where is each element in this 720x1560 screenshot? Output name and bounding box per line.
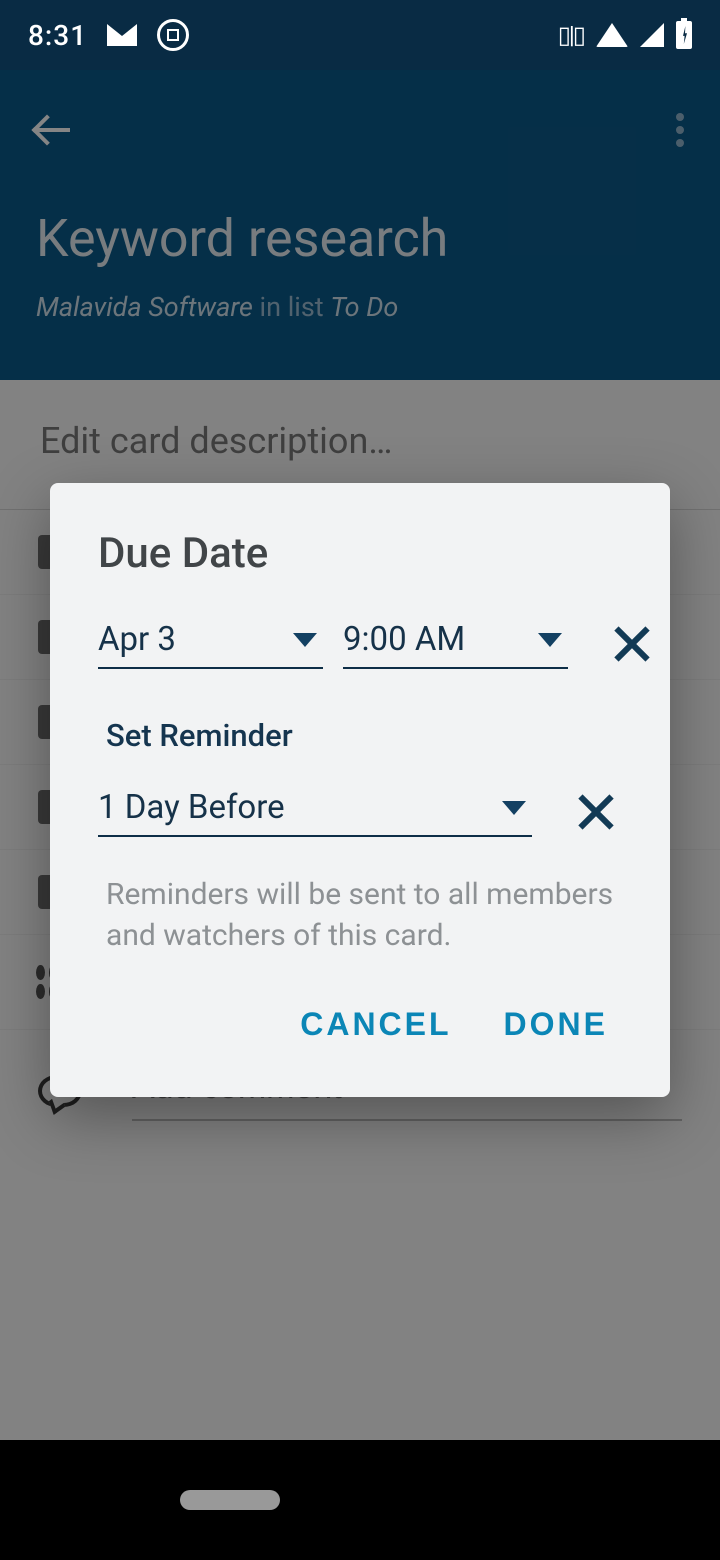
clear-reminder-button[interactable]: [570, 785, 622, 837]
clear-due-date-button[interactable]: [606, 617, 658, 669]
dialog-title: Due Date: [98, 529, 622, 578]
reminder-value: 1 Day Before: [98, 788, 285, 827]
reminder-helper-text: Reminders will be sent to all members an…: [106, 875, 622, 956]
done-button[interactable]: DONE: [498, 992, 614, 1057]
date-value: Apr 3: [98, 620, 176, 659]
due-date-dialog: Due Date Apr 3 9:00 AM Set Reminder 1 Da…: [50, 483, 670, 1097]
nav-home-pill[interactable]: [180, 1490, 280, 1510]
date-picker[interactable]: Apr 3: [98, 614, 323, 669]
app-notification-icon: [157, 19, 189, 51]
vibrate-icon: ▯|▯: [558, 21, 584, 49]
time-value: 9:00 AM: [343, 620, 465, 659]
system-nav-bar: [0, 1440, 720, 1560]
status-bar: 8:31 ▯|▯: [0, 0, 720, 70]
signal-icon: [640, 23, 664, 47]
wifi-icon: [596, 23, 628, 47]
chevron-down-icon: [502, 801, 526, 815]
cancel-button[interactable]: CANCEL: [294, 992, 457, 1057]
battery-charging-icon: [676, 21, 692, 49]
reminder-section-label: Set Reminder: [106, 717, 622, 754]
status-clock: 8:31: [28, 19, 87, 52]
time-picker[interactable]: 9:00 AM: [343, 614, 568, 669]
chevron-down-icon: [538, 633, 562, 647]
mail-icon: [107, 24, 137, 46]
chevron-down-icon: [293, 633, 317, 647]
reminder-picker[interactable]: 1 Day Before: [98, 782, 532, 837]
